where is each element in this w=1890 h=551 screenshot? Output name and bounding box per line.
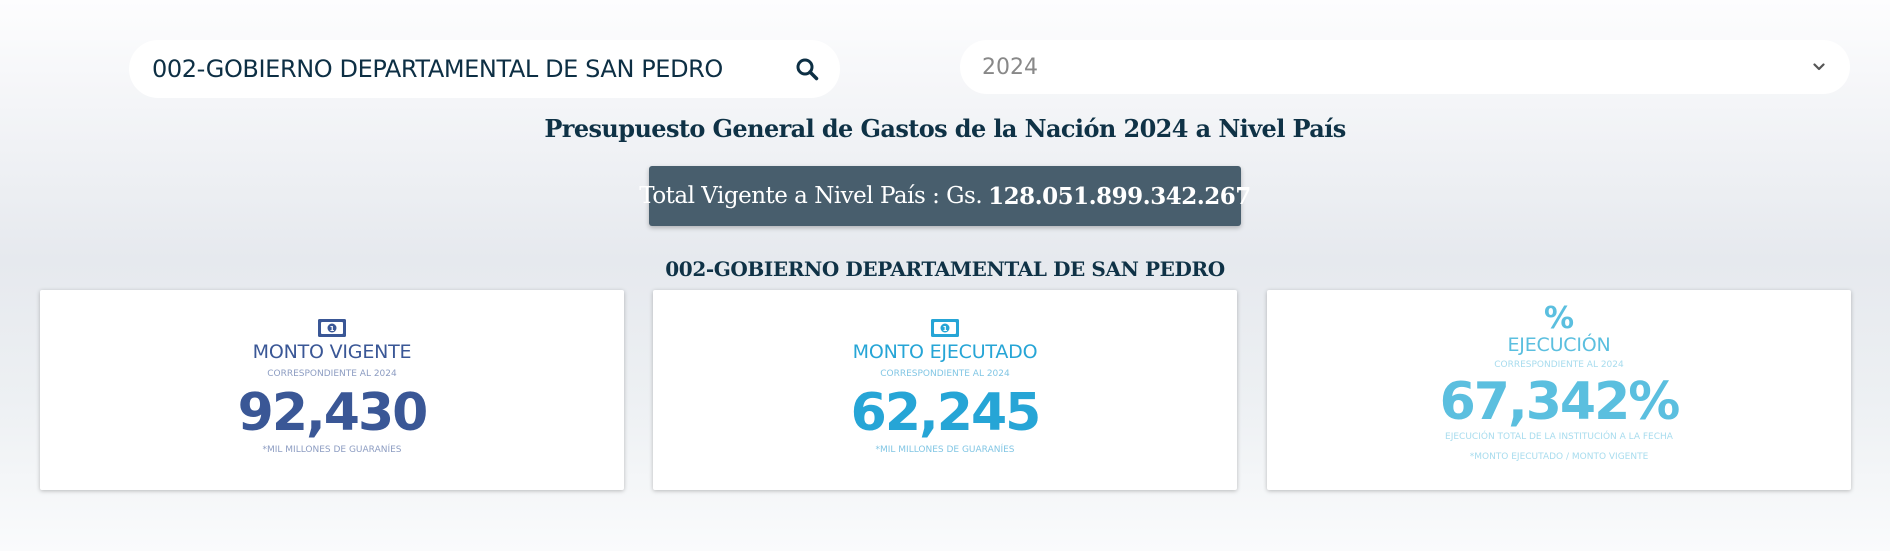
svg-text:1: 1	[330, 325, 335, 333]
page-title: Presupuesto General de Gastos de la Naci…	[544, 114, 1346, 143]
card-value: 62,245	[850, 383, 1042, 443]
card-note: EJECUCIÓN TOTAL DE LA INSTITUCIÓN A LA F…	[1445, 432, 1673, 442]
card-note: *MIL MILLONES DE GUARANÍES	[875, 445, 1015, 455]
total-banner-label: Total Vigente a Nivel País : Gs.	[639, 183, 983, 209]
card-label: MONTO EJECUTADO	[852, 341, 1038, 363]
card-monto-vigente: 1 MONTO VIGENTE CORRESPONDIENTE AL 2024 …	[40, 290, 624, 490]
svg-text:1: 1	[943, 325, 948, 333]
search-icon[interactable]	[794, 56, 820, 82]
money-bill-icon: 1	[317, 318, 347, 338]
card-subtitle: CORRESPONDIENTE AL 2024	[880, 369, 1010, 379]
year-select-value: 2024	[982, 54, 1038, 80]
card-note-formula: *MONTO EJECUTADO / MONTO VIGENTE	[1469, 452, 1649, 462]
year-select[interactable]: 2024	[960, 40, 1850, 94]
chevron-down-icon[interactable]	[1812, 60, 1826, 74]
institution-title: 002-GOBIERNO DEPARTAMENTAL DE SAN PEDRO	[665, 257, 1225, 281]
search-input[interactable]: 002-GOBIERNO DEPARTAMENTAL DE SAN PEDRO	[152, 55, 794, 83]
card-label: EJECUCIÓN	[1507, 334, 1611, 356]
card-monto-ejecutado: 1 MONTO EJECUTADO CORRESPONDIENTE AL 202…	[653, 290, 1237, 490]
card-ejecucion: % EJECUCIÓN CORRESPONDIENTE AL 2024 67,3…	[1267, 290, 1851, 490]
card-note: *MIL MILLONES DE GUARANÍES	[262, 445, 402, 455]
card-subtitle: CORRESPONDIENTE AL 2024	[1494, 360, 1624, 370]
institution-search[interactable]: 002-GOBIERNO DEPARTAMENTAL DE SAN PEDRO	[129, 40, 840, 98]
card-subtitle: CORRESPONDIENTE AL 2024	[267, 369, 397, 379]
total-banner-value: 128.051.899.342.267	[988, 182, 1251, 210]
percent-icon: %	[1543, 301, 1575, 336]
total-banner: Total Vigente a Nivel País : Gs. 128.051…	[639, 166, 1251, 226]
money-bill-icon: 1	[930, 318, 960, 338]
card-value: 92,430	[237, 383, 429, 443]
card-label: MONTO VIGENTE	[252, 341, 412, 363]
card-value: 67,342%	[1439, 372, 1681, 432]
